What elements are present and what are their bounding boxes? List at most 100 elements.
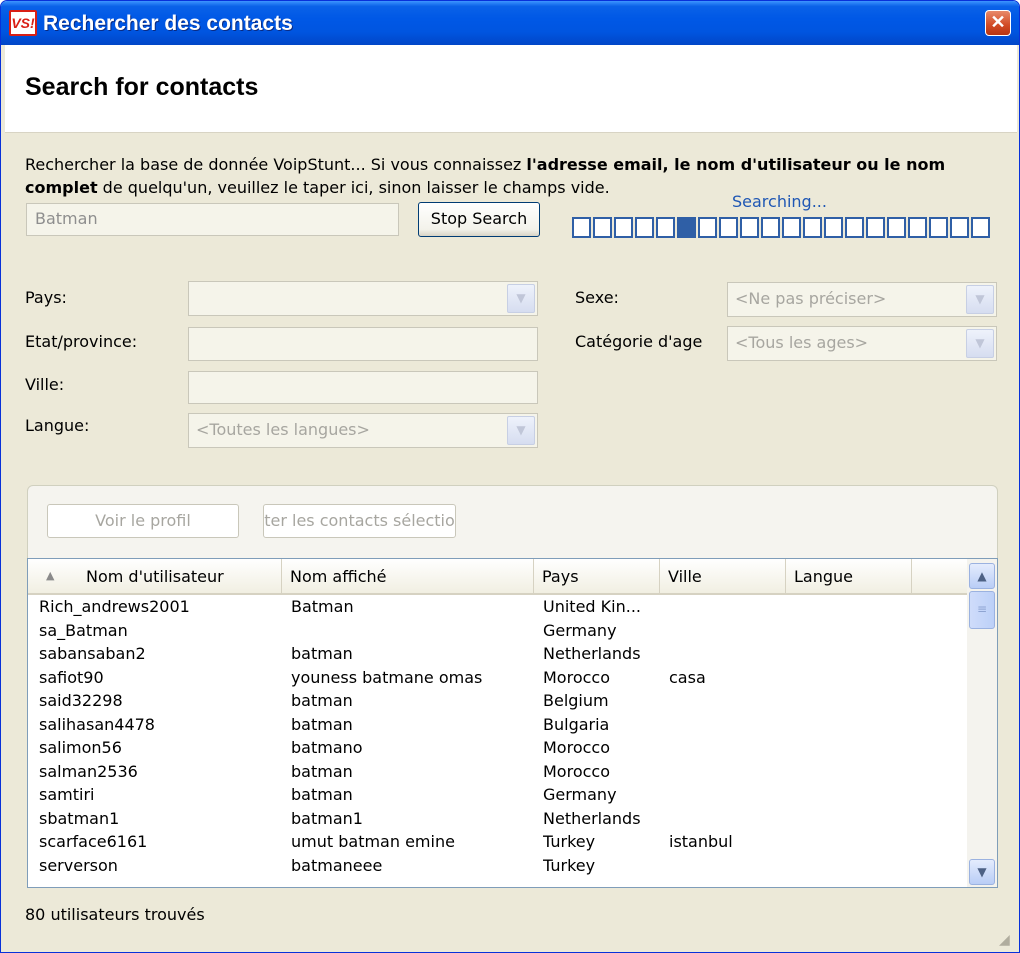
table-row[interactable]: safiot90 youness batmane omas Morocco casa	[28, 666, 968, 690]
table-row[interactable]: sabansaban2 batman Netherlands	[28, 642, 968, 666]
table-cell: serverson	[39, 855, 118, 875]
table-cell: batman	[291, 761, 353, 781]
table-cell: batman	[291, 644, 353, 663]
sexe-value: <Ne pas préciser>	[735, 289, 887, 308]
table-cell: Germany	[543, 620, 617, 640]
table-cell: Rich_andrews2001	[39, 597, 190, 616]
sexe-select[interactable]: <Ne pas préciser> ▼	[727, 282, 997, 317]
table-cell: Belgium	[543, 691, 609, 710]
table-cell: batman	[291, 714, 353, 734]
table-row[interactable]: Rich_andrews2001 Batman United Kin...	[28, 595, 968, 619]
column-header-username[interactable]: ▲ Nom d'utilisateur	[28, 559, 282, 593]
langue-value: <Toutes les langues>	[196, 420, 370, 439]
progress-cell	[866, 217, 885, 238]
age-label: Catégorie d'age	[575, 332, 703, 351]
table-cell: samtiri	[39, 785, 95, 804]
table-cell: Netherlands	[543, 644, 641, 663]
table-cell: Morocco	[543, 738, 610, 757]
table-cell: sabansaban2	[39, 644, 146, 663]
table-row[interactable]: serverson batmaneee Turkey	[28, 854, 968, 878]
scrollbar-thumb[interactable]: ≡	[969, 591, 995, 629]
table-row[interactable]: sa_Batman Germany	[28, 619, 968, 643]
pays-select[interactable]: ▼	[188, 281, 538, 316]
etat-label: Etat/province:	[25, 332, 138, 351]
table-cell: salman2536	[39, 761, 138, 781]
table-row[interactable]: scarface6161 umut batman emine Turkey istan…	[28, 830, 968, 854]
table-row[interactable]: samtiri batman Germany	[28, 783, 968, 807]
table-cell: scarface6161	[39, 832, 148, 851]
table-cell: batman	[291, 785, 353, 804]
search-progress-bar	[572, 217, 994, 240]
progress-cell	[908, 217, 927, 238]
progress-cell	[614, 217, 633, 238]
table-row[interactable]: said32298 batman Belgium	[28, 689, 968, 713]
title-bar[interactable]: VS! Rechercher des contacts ✕	[1, 1, 1019, 45]
progress-cell	[677, 217, 696, 238]
table-cell: Batman	[291, 597, 354, 616]
view-profile-button[interactable]: Voir le profil	[47, 504, 239, 538]
chevron-down-icon[interactable]: ▼	[507, 284, 535, 313]
page-title: Search for contacts	[25, 73, 259, 101]
table-cell: Turkey	[543, 855, 596, 875]
table-row[interactable]: sbatman1 batman1 Netherlands	[28, 807, 968, 831]
table-cell: Netherlands	[543, 808, 641, 828]
column-label: Nom d'utilisateur	[86, 567, 224, 586]
progress-cell	[845, 217, 864, 238]
progress-cell	[740, 217, 759, 238]
close-button[interactable]: ✕	[985, 10, 1011, 36]
search-input[interactable]: Batman	[26, 203, 399, 236]
table-cell: salihasan4478	[39, 714, 155, 734]
close-icon: ✕	[990, 12, 1006, 32]
results-table: ▲ Nom d'utilisateur Nom affiché Pays Vil…	[27, 558, 998, 888]
pays-label: Pays:	[25, 288, 67, 307]
progress-cell	[887, 217, 906, 238]
langue-select[interactable]: <Toutes les langues> ▼	[188, 413, 538, 448]
langue-label: Langue:	[25, 416, 90, 435]
search-description: Rechercher la base de donnée VoipStunt..…	[25, 153, 985, 199]
column-header-country[interactable]: Pays	[534, 559, 660, 593]
table-cell: said32298	[39, 691, 123, 710]
table-header: ▲ Nom d'utilisateur Nom affiché Pays Vil…	[28, 559, 968, 595]
progress-cell	[698, 217, 717, 238]
column-header-city[interactable]: Ville	[660, 559, 786, 593]
table-cell: Morocco	[543, 761, 610, 781]
progress-cell	[719, 217, 738, 238]
table-cell: salimon56	[39, 738, 122, 757]
column-label: Ville	[668, 567, 702, 586]
table-cell: istanbul	[669, 832, 733, 851]
add-selected-contacts-button[interactable]: ter les contacts sélectio	[263, 504, 456, 538]
column-header-language[interactable]: Langue	[786, 559, 912, 593]
progress-cell	[803, 217, 822, 238]
progress-cell	[656, 217, 675, 238]
chevron-down-icon[interactable]: ▼	[966, 329, 994, 358]
table-cell: casa	[669, 667, 706, 687]
column-label: Nom affiché	[290, 567, 387, 586]
table-cell: Morocco	[543, 667, 610, 687]
progress-cell	[761, 217, 780, 238]
table-cell: sa_Batman	[39, 620, 128, 640]
results-count: 80 utilisateurs trouvés	[25, 905, 205, 924]
age-select[interactable]: <Tous les ages> ▼	[727, 326, 997, 361]
chevron-down-icon[interactable]: ▼	[966, 285, 994, 314]
header-panel: Search for contacts	[5, 45, 1017, 133]
column-header-display-name[interactable]: Nom affiché	[282, 559, 534, 593]
table-cell: safiot90	[39, 667, 104, 687]
chevron-down-icon[interactable]: ▼	[507, 416, 535, 445]
chevron-up-icon[interactable]: ▲	[969, 563, 995, 589]
table-cell: batman	[291, 691, 353, 710]
table-row[interactable]: salimon56 batmano Morocco	[28, 736, 968, 760]
progress-cell	[950, 217, 969, 238]
sexe-label: Sexe:	[575, 288, 619, 307]
table-row[interactable]: salman2536 batman Morocco	[28, 760, 968, 784]
table-row[interactable]: salihasan4478 batman Bulgaria	[28, 713, 968, 737]
vertical-scrollbar[interactable]: ▲ ≡ ▼	[967, 559, 997, 887]
chevron-down-icon[interactable]: ▼	[969, 859, 995, 885]
etat-input[interactable]	[188, 327, 538, 361]
search-status: Searching...	[732, 192, 827, 211]
table-cell: Germany	[543, 785, 617, 804]
ville-input[interactable]	[188, 371, 538, 404]
description-text-1: Rechercher la base de donnée VoipStunt..…	[25, 155, 527, 174]
resize-grip-icon[interactable]: ◢	[999, 932, 1015, 948]
table-cell: sbatman1	[39, 808, 120, 828]
stop-search-button[interactable]: Stop Search	[418, 202, 540, 237]
